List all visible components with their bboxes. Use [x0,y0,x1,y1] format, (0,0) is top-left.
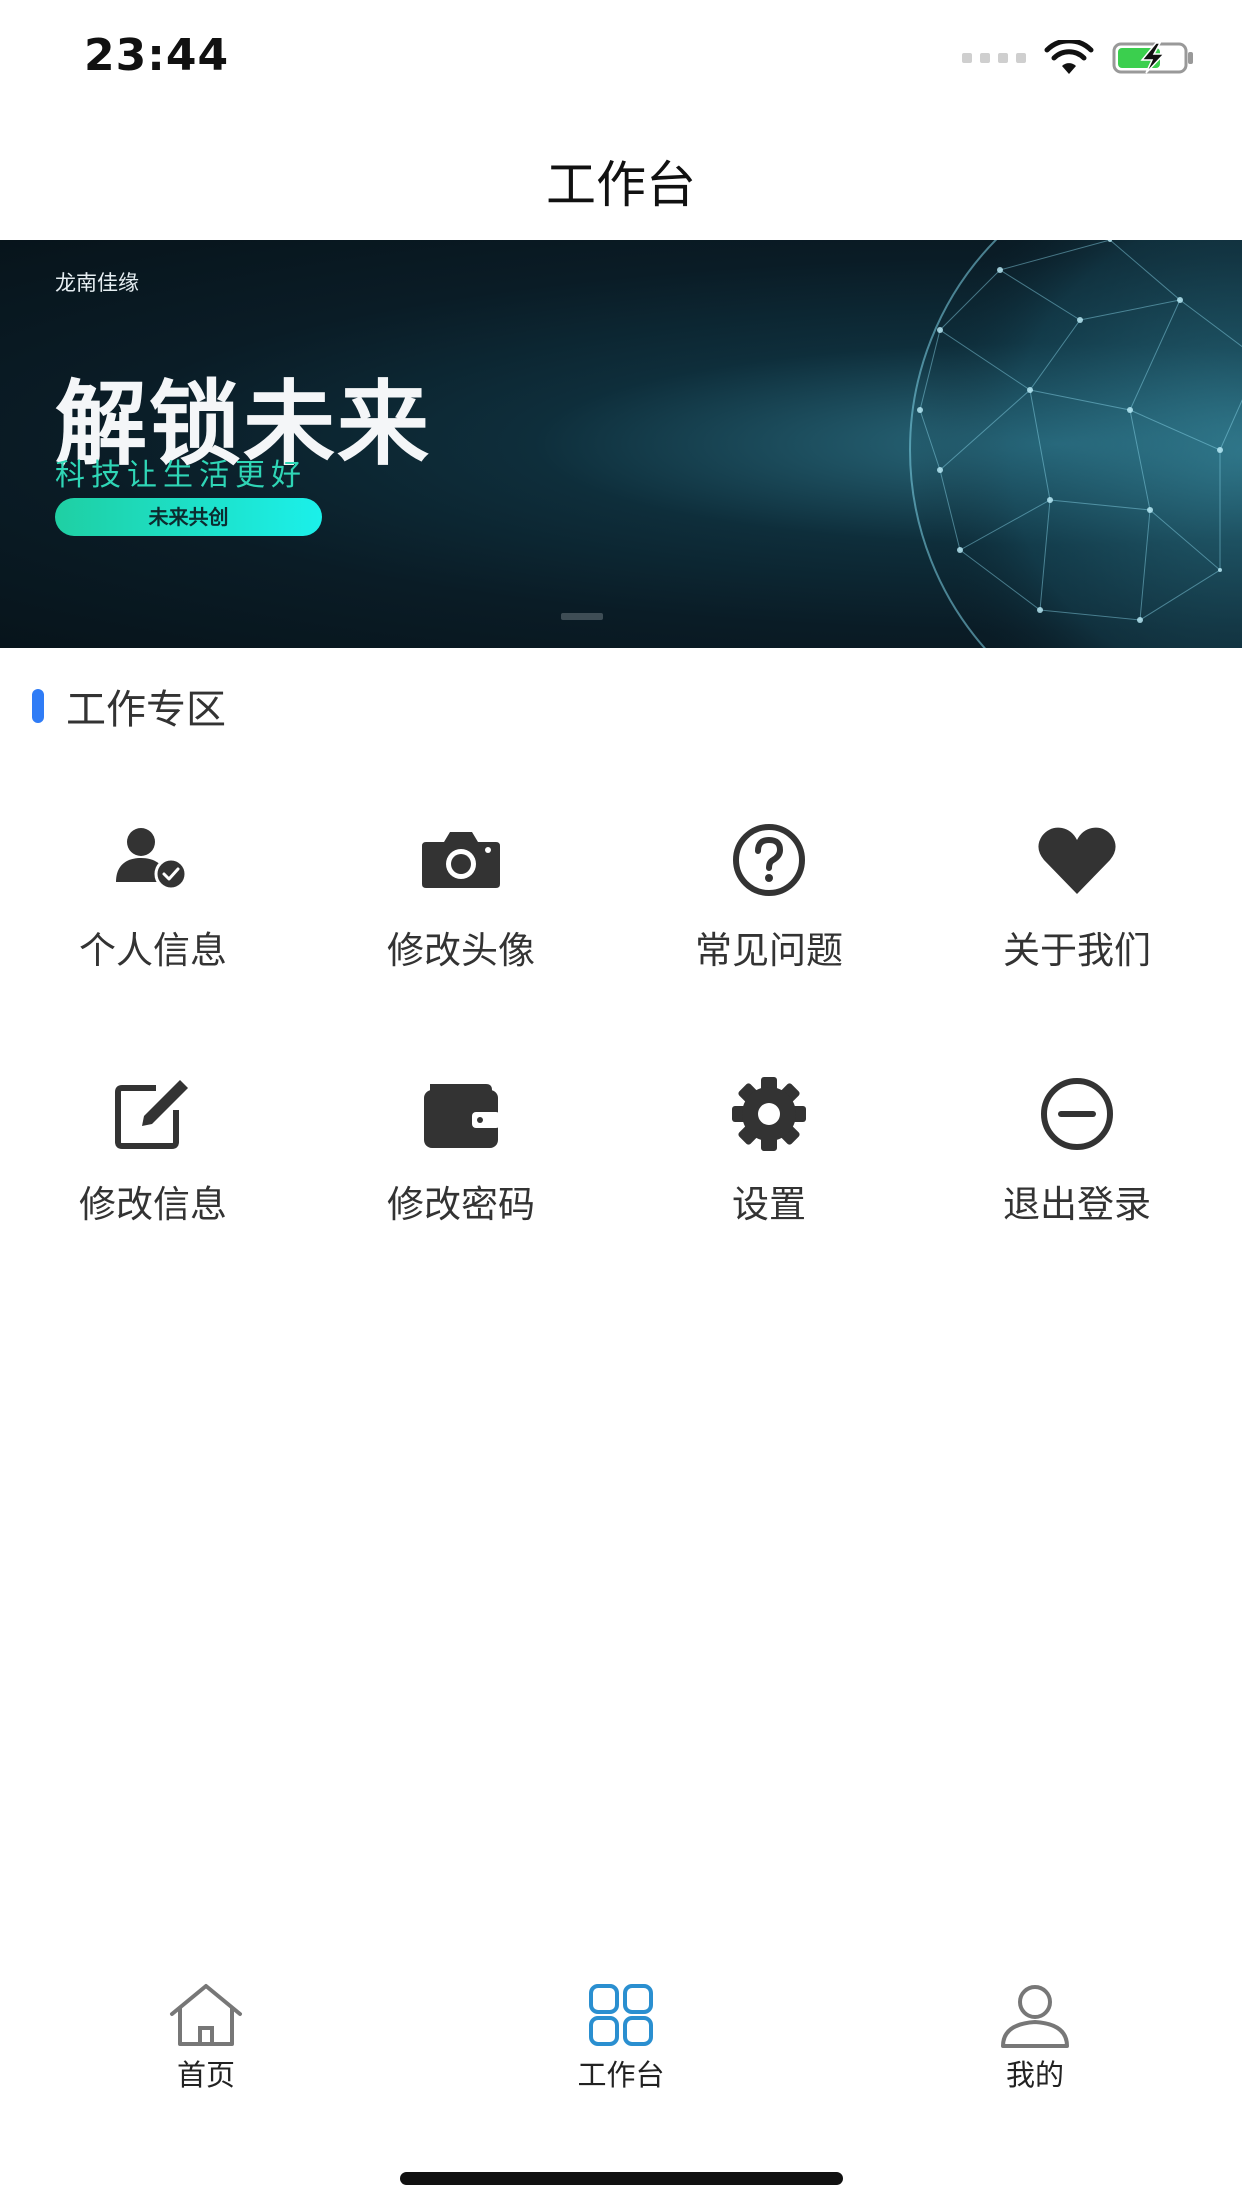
grid-icon [589,1984,653,2046]
user-check-icon [116,828,188,891]
tab-bar: 首页 工作台 我的 [0,1980,1242,2120]
question-circle-icon [733,824,805,896]
grid-item-label: 退出登录 [1003,1183,1151,1226]
tab-home[interactable]: 首页 [76,1980,336,2094]
wallet-icon [424,1084,500,1148]
signal-dots-icon [962,53,1026,63]
grid-item-edit-info[interactable]: 修改信息 [33,1074,273,1244]
grid-item-label: 修改信息 [79,1183,227,1226]
tab-workbench[interactable]: 工作台 [491,1980,751,2094]
grid-item-label: 修改密码 [387,1183,535,1226]
home-indicator [400,2172,843,2185]
grid-item-label: 关于我们 [1003,929,1151,972]
section-accent-bar [32,689,44,723]
status-time: 23:44 [84,30,230,81]
banner-button[interactable]: 未来共创 [55,498,322,536]
section-title: 工作专区 [66,687,226,733]
home-icon [170,1984,242,2046]
grid-item-about-us[interactable]: 关于我们 [957,820,1197,990]
heart-icon [1038,827,1116,894]
page-title: 工作台 [546,156,696,214]
minus-circle-icon [1041,1078,1113,1150]
grid-item-settings[interactable]: 设置 [649,1074,889,1244]
edit-icon [115,1080,188,1149]
grid-item-personal-info[interactable]: 个人信息 [33,820,273,990]
battery-charging-icon [1112,42,1193,74]
tab-label: 我的 [1005,2058,1064,2092]
banner-subtitle: 科技让生活更好 [55,458,307,493]
camera-icon [422,832,500,888]
grid-item-label: 常见问题 [695,929,843,972]
grid-item-faq[interactable]: 常见问题 [649,820,889,990]
banner-brand: 龙南佳缘 [55,271,139,295]
grid-item-label: 修改头像 [387,929,535,972]
section-header: 工作专区 [32,680,226,733]
status-icons [962,40,1196,76]
globe-network-image [909,240,1242,648]
status-bar: 23:44 [0,0,1242,120]
tab-mine[interactable]: 我的 [905,1980,1165,2094]
grid-item-label: 个人信息 [79,929,227,972]
banner-carousel[interactable]: 龙南佳缘 解锁未来 科技让生活更好 未来共创 [0,240,1242,648]
wifi-icon [1044,40,1094,74]
tab-label: 首页 [176,2058,235,2092]
user-icon [1001,1985,1069,2048]
grid-item-change-avatar[interactable]: 修改头像 [341,820,581,990]
grid-item-change-password[interactable]: 修改密码 [341,1074,581,1244]
grid-item-logout[interactable]: 退出登录 [957,1074,1197,1244]
gear-icon [732,1077,806,1151]
grid-item-label: 设置 [732,1183,806,1226]
tab-label: 工作台 [577,2058,665,2092]
banner-page-indicator [561,613,603,620]
